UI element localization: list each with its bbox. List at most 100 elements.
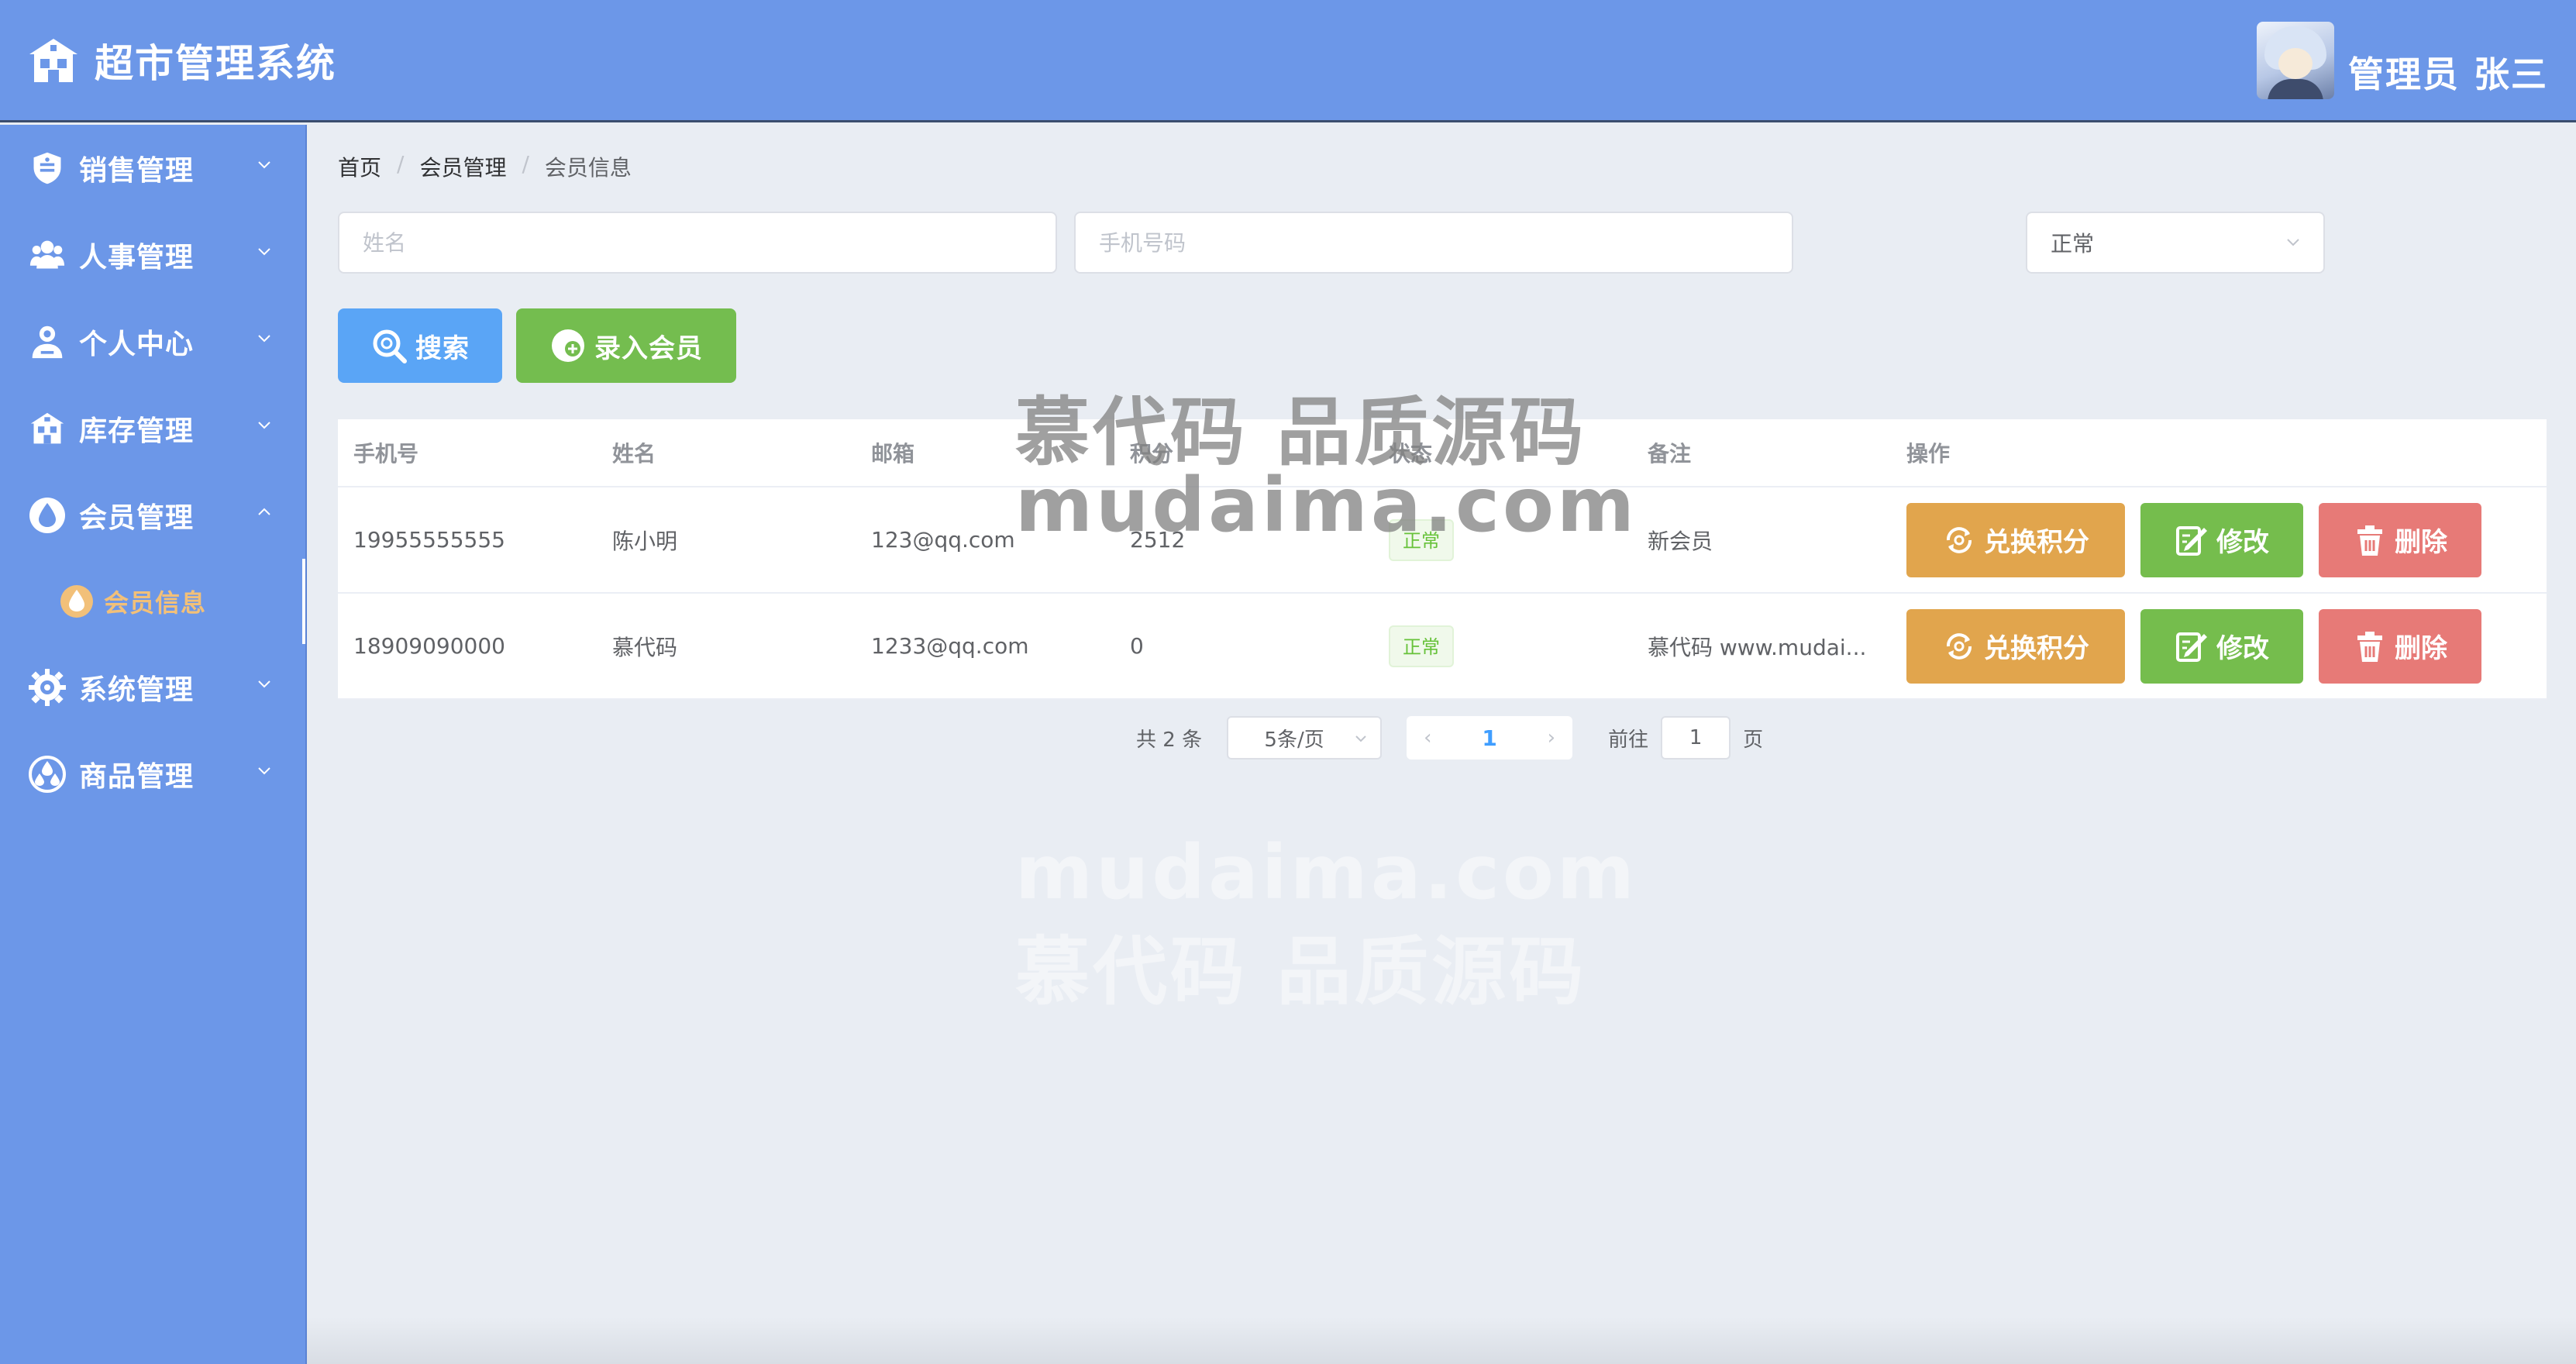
page-size-select[interactable]: 5条/页 [1227,716,1383,760]
sidebar-item-label: 系统管理 [79,674,195,706]
column-header-phone[interactable]: 手机号 [338,437,597,468]
user-menu[interactable]: 管理员 张三 [2256,21,2548,99]
breadcrumb-separator: / [397,151,405,177]
chevron-down-icon [258,422,270,429]
sidebar-item-member[interactable]: 会员管理 [0,472,305,559]
delete-button-label: 删除 [2395,527,2447,558]
sidebar-item-label: 销售管理 [79,155,195,187]
sidebar-item-label: 商品管理 [79,761,195,793]
sidebar-item-label: 会员管理 [79,502,195,534]
edit-button-label: 修改 [2216,633,2269,664]
column-header-name[interactable]: 姓名 [597,437,856,468]
cell-phone: 18909090000 [353,633,505,659]
chevron-down-icon [258,335,270,343]
sidebar-item-inventory[interactable]: 库存管理 [0,385,305,472]
bottom-shadow [307,1318,2576,1364]
watermark-url: mudaima.com [1015,462,1638,549]
delete-button[interactable]: 删除 [2319,502,2481,577]
trash-icon [2357,631,2382,662]
chevron-down-icon [258,161,270,169]
cell-status: 正常 [1373,625,1632,667]
search-button-label: 搜索 [415,332,470,364]
cell-note: 慕代码 www.mudai... [1648,634,1867,660]
cell-name: 陈小明 [612,528,678,554]
delete-button-label: 删除 [2395,633,2447,664]
exchange-points-button[interactable]: 兑换积分 [1906,502,2125,577]
store-icon [29,38,77,82]
chevron-down-icon [1355,735,1366,742]
top-header: 超市管理系统 管理员 张三 [0,0,2576,122]
add-member-button-label: 录入会员 [594,332,703,364]
goto-page: 前往 页 [1608,716,1763,760]
sidebar-item-sales[interactable]: 销售管理 [0,125,305,212]
name-input[interactable] [338,212,1057,274]
phone-input[interactable] [1074,212,1793,274]
chevron-down-icon [2287,239,2299,246]
exchange-points-label: 兑换积分 [1984,633,2089,664]
sidebar-item-member-info[interactable]: 会员信息 [0,559,305,644]
breadcrumb-member-management[interactable]: 会员管理 [419,151,506,182]
cell-name: 慕代码 [612,634,678,660]
table-row: 18909090000 慕代码 1233@qq.com 0 正常 慕代码 www… [338,594,2547,700]
cell-actions: 兑换积分 修改 删除 [1891,502,2547,577]
cell-note: 新会员 [1648,528,1713,554]
chevron-down-icon [258,767,270,775]
shield-icon [28,149,67,188]
search-button[interactable]: 搜索 [338,308,502,383]
goto-page-input[interactable] [1661,716,1731,760]
pagination-total: 共 2 条 [1136,728,1203,752]
goto-label: 前往 [1608,728,1649,752]
page-number[interactable]: 1 [1482,725,1496,751]
sidebar-item-system[interactable]: 系统管理 [0,644,305,731]
prev-page-icon[interactable]: ‹ [1424,726,1431,749]
status-select-value: 正常 [2051,231,2095,257]
breadcrumb-separator: / [522,151,529,177]
sidebar-item-label: 人事管理 [79,242,195,274]
breadcrumb-current: 会员信息 [544,155,632,181]
user-name[interactable]: 管理员 张三 [2348,46,2548,99]
sidebar-item-goods[interactable]: 商品管理 [0,731,305,818]
sidebar-item-label: 会员信息 [104,588,207,618]
cell-phone: 19955555555 [353,527,505,553]
status-select[interactable]: 正常 [2026,212,2325,274]
sidebar-item-profile[interactable]: 个人中心 [0,298,305,385]
add-member-button[interactable]: 录入会员 [516,308,736,383]
sidebar-item-label: 个人中心 [79,329,195,360]
avatar[interactable] [2256,21,2334,99]
gear-icon [28,668,67,707]
sidebar-item-label: 库存管理 [79,415,195,447]
sidebar-item-hr[interactable]: 人事管理 [0,212,305,298]
search-icon [373,329,407,363]
delete-button[interactable]: 删除 [2319,608,2481,684]
edit-button-label: 修改 [2216,527,2269,558]
exchange-points-button[interactable]: 兑换积分 [1906,608,2125,684]
edit-button[interactable]: 修改 [2140,608,2303,684]
column-header-note[interactable]: 备注 [1632,437,1891,468]
breadcrumb: 首页 / 会员管理 / 会员信息 [338,151,632,182]
people-icon [28,236,67,274]
cell-points: 0 [1130,633,1144,659]
refresh-icon [1947,526,1972,553]
watermark-text-faint: 慕代码 品质源码 [1015,928,1587,1015]
brand: 超市管理系统 [28,33,336,88]
exchange-points-label: 兑换积分 [1984,527,2089,558]
next-page-icon[interactable]: › [1548,726,1555,749]
warehouse-icon [28,409,67,448]
sidebar: 销售管理 人事管理 个人中心 库存管理 会员管理 会员信息 系统管理 商品管理 [0,125,307,1364]
filter-bar: 正常 [338,212,2576,274]
trash-icon [2357,525,2382,556]
cell-actions: 兑换积分 修改 删除 [1891,608,2547,684]
chevron-down-icon [258,248,270,256]
cell-email: 1233@qq.com [871,633,1029,659]
user-icon [28,322,67,361]
page-size-value: 5条/页 [1264,728,1324,752]
edit-icon [2176,525,2207,556]
drop-icon [60,585,93,618]
app-title: 超市管理系统 [95,40,336,86]
edit-button[interactable]: 修改 [2140,502,2303,577]
breadcrumb-home[interactable]: 首页 [338,151,381,182]
drop-icon [28,496,67,535]
pagination: 共 2 条 5条/页 ‹ 1 › 前往 页 [1136,716,1763,760]
edit-icon [2176,632,2207,662]
column-header-actions: 操作 [1906,441,1951,467]
